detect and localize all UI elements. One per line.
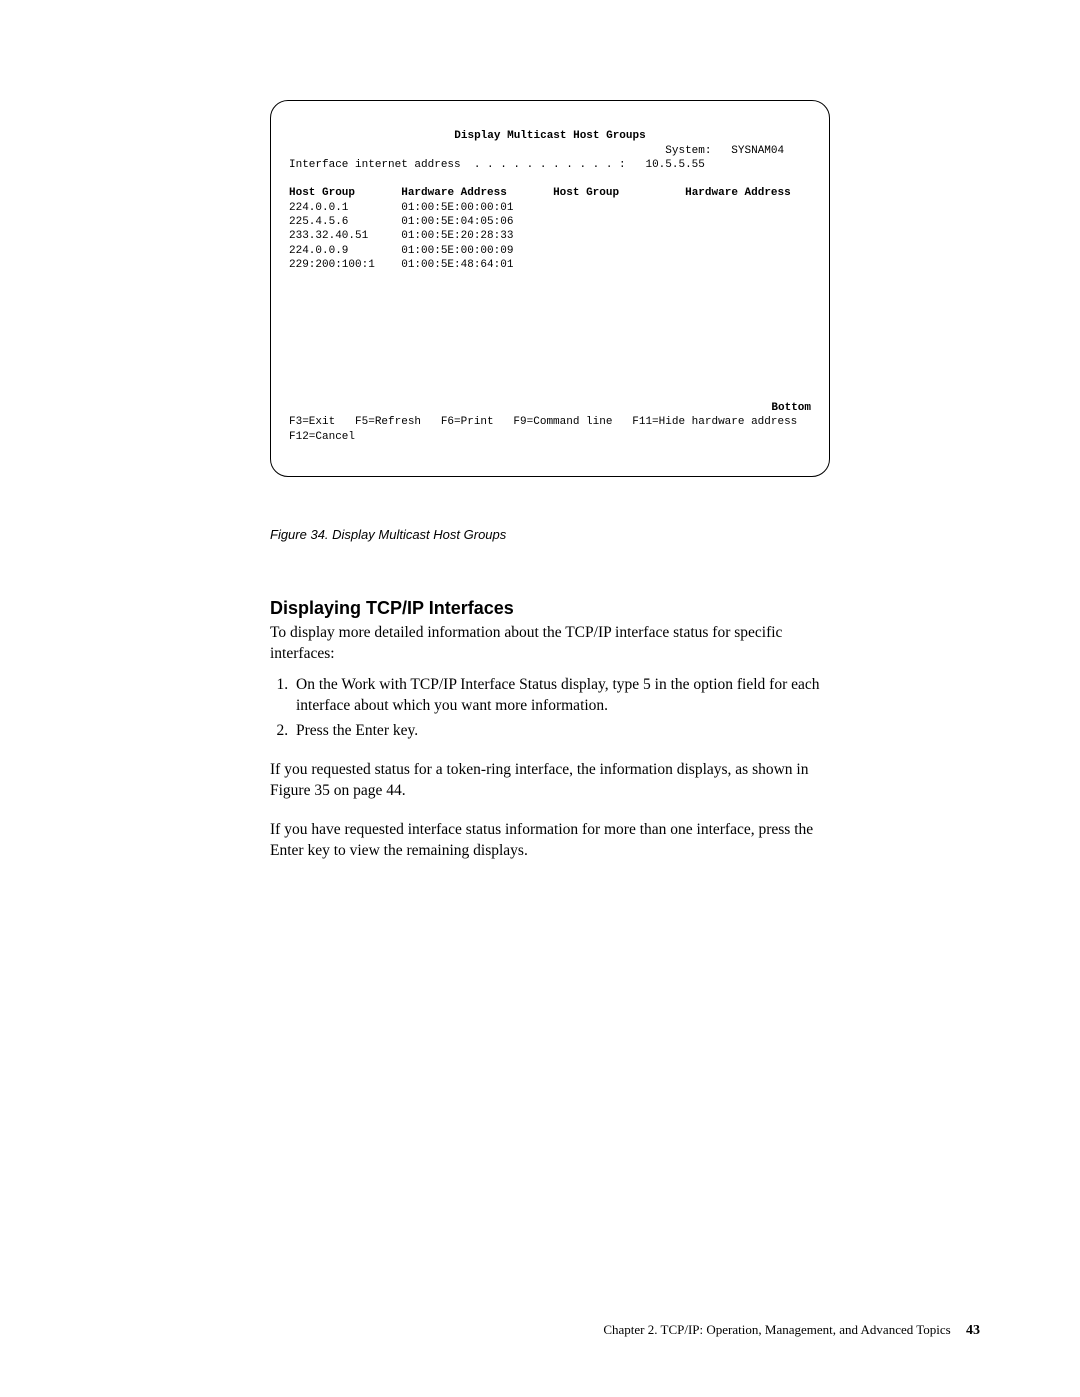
intro-text: To display more detailed information abo… (270, 623, 830, 665)
row1-hostgroup: 225.4.5.6 (289, 216, 401, 228)
table-row: 225.4.5.6 01:00:5E:04:05:06 (289, 215, 811, 229)
row1-hwaddr: 01:00:5E:04:05:06 (401, 216, 513, 228)
row4-hostgroup: 229:200:100:1 (289, 259, 401, 271)
paragraph-2: If you have requested interface status i… (270, 820, 830, 862)
col-hostgroup2: Host Group (553, 187, 619, 199)
footer-chapter: Chapter 2. TCP/IP: Operation, Management… (603, 1322, 950, 1337)
table-row: 224.0.0.1 01:00:5E:00:00:01 (289, 201, 811, 215)
row0-hwaddr: 01:00:5E:00:00:01 (401, 202, 513, 214)
row2-hwaddr: 01:00:5E:20:28:33 (401, 230, 513, 242)
steps-list: On the Work with TCP/IP Interface Status… (270, 675, 830, 742)
system-label: System: (665, 145, 711, 157)
row2-hostgroup: 233.32.40.51 (289, 230, 401, 242)
iface-value: 10.5.5.55 (645, 159, 704, 171)
row3-hwaddr: 01:00:5E:00:00:09 (401, 245, 513, 257)
col-hwaddr2: Hardware Address (685, 187, 791, 199)
col-hwaddr1: Hardware Address (401, 187, 507, 199)
terminal-bottom: Bottom (289, 401, 811, 415)
list-item: Press the Enter key. (292, 721, 830, 742)
page-number: 43 (966, 1323, 980, 1338)
row0-hostgroup: 224.0.0.1 (289, 202, 401, 214)
system-value: SYSNAM04 (731, 145, 784, 157)
row3-hostgroup: 224.0.0.9 (289, 245, 401, 257)
page-footer: Chapter 2. TCP/IP: Operation, Management… (603, 1322, 980, 1339)
list-item: On the Work with TCP/IP Interface Status… (292, 675, 830, 717)
iface-label: Interface internet address . . . . . . .… (289, 159, 626, 171)
terminal-display: Display Multicast Host Groups System: SY… (270, 100, 830, 477)
table-row: 224.0.0.9 01:00:5E:00:00:09 (289, 244, 811, 258)
fkeys: F3=Exit F5=Refresh F6=Print F9=Command l… (289, 415, 811, 444)
paragraph-1: If you requested status for a token-ring… (270, 760, 830, 802)
interface-address-line: Interface internet address . . . . . . .… (289, 158, 811, 172)
col-hostgroup1: Host Group (289, 187, 355, 199)
table-row: 229:200:100:1 01:00:5E:48:64:01 (289, 258, 811, 272)
row4-hwaddr: 01:00:5E:48:64:01 (401, 259, 513, 271)
terminal-system-line: System: SYSNAM04 (289, 144, 811, 158)
terminal-title: Display Multicast Host Groups (289, 129, 811, 143)
figure-caption: Figure 34. Display Multicast Host Groups (270, 527, 830, 542)
section-heading: Displaying TCP/IP Interfaces (270, 598, 830, 619)
table-headers: Host Group Hardware Address Host Group H… (289, 186, 811, 200)
table-row: 233.32.40.51 01:00:5E:20:28:33 (289, 229, 811, 243)
